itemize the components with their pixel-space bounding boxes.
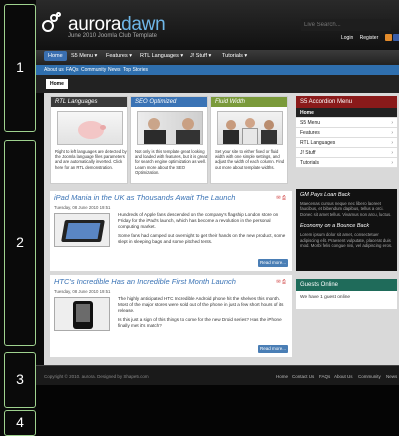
guests-online: Guests Online We have 1 guest online bbox=[296, 279, 397, 309]
feature-text: Right to left languages are detected by … bbox=[55, 149, 127, 170]
side-news: GM Pays Loan Back Maecenas cursus neque … bbox=[296, 189, 397, 271]
nav-item-s5-menu[interactable]: S5 Menu ▾ bbox=[71, 53, 97, 59]
business-handshake-image bbox=[137, 111, 203, 145]
footer-link-home[interactable]: Home bbox=[276, 374, 288, 379]
read-more-button[interactable]: Read more... bbox=[258, 259, 288, 267]
footer-link-community[interactable]: Community bbox=[358, 374, 381, 379]
ipad-image bbox=[54, 213, 110, 247]
side-news-text: Lorem ipsum dolor sit amet, consectetuer… bbox=[300, 232, 393, 249]
site-footer: Copyright © 2010. aurora. Designed by Sh… bbox=[36, 365, 399, 385]
zone-marker-4: 4 bbox=[4, 410, 36, 436]
copyright: Copyright © 2010. aurora. Designed by Sh… bbox=[44, 374, 149, 379]
nav-item-tutorials[interactable]: Tutorials ▾ bbox=[222, 53, 247, 59]
accordion-item-features[interactable]: Features › bbox=[296, 128, 397, 138]
article-date: Tuesday, 08 June 2010 19:51 bbox=[54, 205, 111, 210]
accordion-item-rtl[interactable]: RTL Languages › bbox=[296, 138, 397, 148]
side-news-text: Maecenas cursus neque nec libero laoreet… bbox=[300, 201, 392, 217]
article-ipad: iPad Mania in the UK as Thousands Await … bbox=[50, 191, 292, 271]
zone-marker-1: 1 bbox=[4, 4, 36, 132]
sub-nav: About us FAQs Community News Top Stories bbox=[36, 65, 399, 75]
logo-icon bbox=[42, 12, 64, 34]
breadcrumb-home[interactable]: Home bbox=[46, 79, 68, 89]
feature-title: Fluid Width bbox=[211, 97, 287, 107]
accordion-menu: S5 Accordion Menu Home S5 Menu › Features… bbox=[296, 96, 397, 168]
accordion-title: S5 Accordion Menu bbox=[296, 96, 397, 108]
subnav-faqs[interactable]: FAQs bbox=[66, 67, 79, 73]
zone-marker-3: 3 bbox=[4, 352, 36, 408]
nav-item-features[interactable]: Features ▾ bbox=[106, 53, 132, 59]
business-team-image bbox=[217, 111, 283, 145]
accordion-item-s5-menu[interactable]: S5 Menu › bbox=[296, 118, 397, 128]
chevron-right-icon: › bbox=[391, 160, 393, 166]
nav-item-home[interactable]: Home bbox=[44, 51, 67, 61]
read-more-button[interactable]: Read more... bbox=[258, 345, 288, 353]
subnav-about-us[interactable]: About us bbox=[44, 67, 64, 73]
login-link[interactable]: Login bbox=[341, 35, 353, 41]
search-input[interactable] bbox=[301, 19, 391, 31]
chevron-right-icon: › bbox=[391, 120, 393, 126]
article-htc: HTC's Incredible Has an Incredible First… bbox=[50, 275, 292, 357]
subnav-community[interactable]: Community bbox=[81, 67, 106, 73]
feature-box-seo: SEO Optimized Not only is this template … bbox=[130, 96, 208, 184]
htc-phone-image bbox=[54, 297, 110, 331]
article-title[interactable]: HTC's Incredible Has an Incredible First… bbox=[54, 277, 236, 286]
accordion-item-j-stuff[interactable]: J! Stuff › bbox=[296, 148, 397, 158]
feature-text: Set your site to either fixed or fluid w… bbox=[215, 149, 285, 170]
main-nav: Home S5 Menu ▾ Features ▾ RTL Languages … bbox=[36, 50, 399, 65]
footer-link-about[interactable]: About Us bbox=[334, 374, 353, 379]
bottom-area bbox=[36, 385, 399, 436]
article-title[interactable]: iPad Mania in the UK as Thousands Await … bbox=[54, 193, 235, 202]
article-body: Hundreds of Apple fans descended on the … bbox=[118, 212, 286, 245]
rss-icon[interactable] bbox=[385, 34, 392, 41]
nav-item-rtl-languages[interactable]: RTL Languages ▾ bbox=[140, 53, 183, 59]
chevron-right-icon: › bbox=[391, 130, 393, 136]
feature-title: SEO Optimized bbox=[131, 97, 207, 107]
article-tools-icon[interactable]: ✉ ⎙ bbox=[276, 195, 286, 201]
nav-item-j-stuff[interactable]: J! Stuff ▾ bbox=[190, 53, 211, 59]
side-news-title[interactable]: GM Pays Loan Back bbox=[300, 192, 393, 198]
site-header: auroradawn June 2010 Joomla Club Templat… bbox=[36, 0, 399, 50]
chevron-right-icon: › bbox=[391, 140, 393, 146]
feature-box-fluid: Fluid Width Set your site to either fixe… bbox=[210, 96, 288, 184]
feature-title: RTL Languages bbox=[51, 97, 127, 107]
accordion-item-home[interactable]: Home bbox=[296, 108, 397, 118]
breadcrumb: Home bbox=[36, 75, 399, 93]
top-links: Login Register bbox=[341, 35, 383, 41]
site-tagline: June 2010 Joomla Club Template bbox=[68, 33, 157, 39]
subnav-top-stories[interactable]: Top Stories bbox=[123, 67, 148, 73]
facebook-icon[interactable] bbox=[393, 34, 399, 41]
feature-box-rtl: RTL Languages Right to left languages ar… bbox=[50, 96, 128, 184]
piggy-bank-image bbox=[57, 111, 123, 145]
accordion-list: Home S5 Menu › Features › RTL Languages › J… bbox=[296, 108, 397, 168]
zone-marker-2: 2 bbox=[4, 140, 36, 346]
accordion-item-tutorials[interactable]: Tutorials › bbox=[296, 158, 397, 168]
feature-text: Not only is this template great looking … bbox=[135, 149, 207, 175]
subnav-news[interactable]: News bbox=[108, 67, 121, 73]
article-tools-icon[interactable]: ✉ ⎙ bbox=[276, 279, 286, 285]
chevron-right-icon: › bbox=[391, 150, 393, 156]
footer-link-news[interactable]: News bbox=[386, 374, 397, 379]
article-date: Tuesday, 08 June 2010 19:51 bbox=[54, 289, 111, 294]
footer-link-faqs[interactable]: FAQs bbox=[319, 374, 330, 379]
footer-link-contact[interactable]: Contact Us bbox=[292, 374, 314, 379]
main-content: RTL Languages Right to left languages ar… bbox=[44, 93, 399, 365]
side-news-title[interactable]: Economy on a Bounce Back bbox=[300, 223, 393, 229]
guests-title: Guests Online bbox=[296, 279, 397, 291]
register-link[interactable]: Register bbox=[360, 35, 379, 41]
article-body: The highly anticipated HTC Incredible An… bbox=[118, 296, 284, 329]
guests-text: We have 1 guest online bbox=[300, 295, 351, 300]
